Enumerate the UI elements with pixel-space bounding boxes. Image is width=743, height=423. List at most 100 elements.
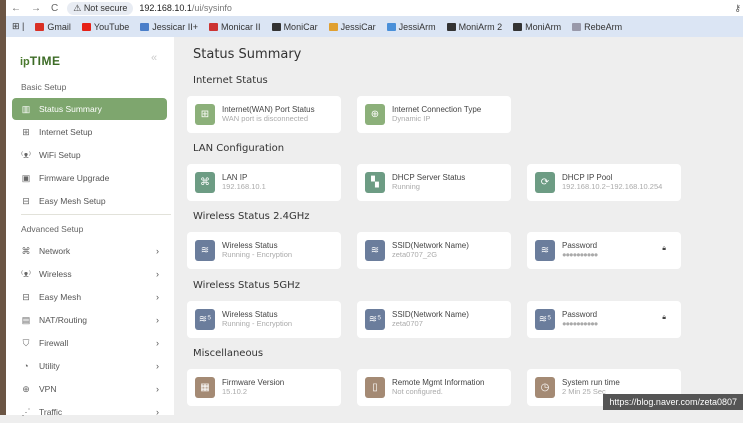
lan-icon: ⌘	[195, 172, 215, 193]
wifi-icon: ≋	[535, 240, 555, 261]
divider	[21, 214, 171, 215]
status-card: ≋ Wireless Status Running - Encryption	[187, 232, 341, 269]
network-icon: ⌘	[21, 245, 31, 256]
card-title: Wireless Status	[222, 310, 278, 319]
card-value: Running	[392, 182, 420, 191]
sidebar-item-firmware-upgrade[interactable]: ▣ Firmware Upgrade	[12, 167, 167, 189]
card-value: 192.168.10.2~192.168.10.254	[562, 182, 663, 191]
bookmark-moniarm-2[interactable]: MoniArm 2	[446, 22, 502, 32]
iptime-logo[interactable]: ipTIME	[20, 54, 60, 68]
chevron-right-icon: ›	[156, 246, 159, 256]
apps-icon[interactable]: ⊞ |	[12, 21, 24, 32]
bookmark-gmail[interactable]: Gmail	[35, 22, 71, 32]
wifi-icon: ≋	[195, 240, 215, 261]
sidebar-item-firewall[interactable]: ⛉ Firewall ›	[12, 332, 167, 354]
card-value: Not configured.	[392, 387, 443, 396]
sidebar-item-easy-mesh-setup[interactable]: ⊟ Easy Mesh Setup	[12, 190, 167, 212]
card-title: Password	[562, 241, 598, 250]
wifi-icon: ≋	[365, 240, 385, 261]
clock-icon: ◷	[535, 377, 555, 398]
bar-chart-icon: ▥	[21, 103, 31, 114]
chevron-right-icon: ›	[156, 269, 159, 279]
bookmark-favicon-icon	[386, 22, 396, 31]
status-card: ≋ SSID(Network Name) zeta0707_2G	[357, 232, 511, 269]
bookmark-jessicar-ii-[interactable]: Jessicar II+	[140, 22, 198, 32]
card-value: 2 Min 25 Sec	[562, 387, 606, 396]
card-title: Password	[562, 310, 598, 319]
status-card: ⟳ DHCP IP Pool 192.168.10.2~192.168.10.2…	[527, 164, 681, 201]
bookmark-youtube[interactable]: YouTube	[81, 22, 129, 32]
page-title: Status Summary	[193, 47, 302, 62]
url-field[interactable]: 192.168.10.1/ui/sysinfo	[139, 3, 232, 13]
security-badge[interactable]: ⚠ Not secure	[67, 1, 134, 15]
bookmark-favicon-icon	[209, 22, 219, 31]
section-heading: Wireless Status 2.4GHz	[193, 211, 310, 222]
bookmark-favicon-icon	[81, 22, 91, 31]
reload-icon[interactable]: C	[51, 3, 58, 14]
card-title: DHCP Server Status	[392, 173, 466, 182]
status-card: ≋⁵ SSID(Network Name) zeta0707	[357, 301, 511, 338]
card-title: Internet Connection Type	[392, 105, 482, 114]
connection-type-icon: ⊕	[365, 104, 385, 125]
chip-icon: ▦	[195, 377, 215, 398]
card-value: ●●●●●●●●●●	[562, 250, 598, 259]
card-title: System run time	[562, 378, 620, 387]
sidebar-item-utility[interactable]: ◔ Utility ›	[12, 355, 167, 377]
forward-icon[interactable]: →	[31, 3, 41, 14]
chevron-right-icon: ›	[156, 361, 159, 371]
key-icon[interactable]: ⚷	[734, 3, 741, 14]
card-title: Remote Mgmt Information	[392, 378, 485, 387]
section-heading: Internet Status	[193, 75, 268, 86]
sidebar-item-wireless[interactable]: ⁽ᴥ⁾ Wireless ›	[12, 263, 167, 285]
bookmark-monicar[interactable]: MoniCar	[271, 22, 318, 32]
bookmark-favicon-icon	[35, 22, 45, 31]
lock-icon[interactable]: 🔒︎	[662, 314, 666, 322]
wifi-5g-icon: ≋⁵	[195, 309, 215, 330]
card-value: zeta0707_2G	[392, 250, 438, 259]
status-card: ≋⁵ Password ●●●●●●●●●● 🔒︎	[527, 301, 681, 338]
sidebar-item-nat-routing[interactable]: ▤ NAT/Routing ›	[12, 309, 167, 331]
section-heading: Wireless Status 5GHz	[193, 280, 300, 291]
advanced-setup-header: Advanced Setup	[21, 224, 84, 234]
sidebar-item-network[interactable]: ⌘ Network ›	[12, 240, 167, 262]
sidebar-item-wifi-setup[interactable]: ⁽ᴥ⁾ WiFi Setup	[12, 144, 167, 166]
sidebar-item-traffic[interactable]: ⋰ Traffic ›	[12, 401, 167, 423]
bookmark-rebearm[interactable]: RebeArm	[572, 22, 622, 32]
dhcp-server-icon: ▚	[365, 172, 385, 193]
card-value: Dynamic IP	[392, 114, 431, 123]
section-heading: Miscellaneous	[193, 348, 264, 359]
sidebar-item-easy-mesh[interactable]: ⊟ Easy Mesh ›	[12, 286, 167, 308]
bookmark-favicon-icon	[271, 22, 281, 31]
card-title: SSID(Network Name)	[392, 310, 469, 319]
card-value: 192.168.10.1	[222, 182, 266, 191]
collapse-sidebar-icon[interactable]: «	[151, 52, 157, 64]
lock-icon[interactable]: 🔒︎	[662, 245, 666, 253]
gauge-icon: ◔	[23, 360, 29, 371]
sidebar-item-vpn[interactable]: ⊕ VPN ›	[12, 378, 167, 400]
bookmark-monicar-ii[interactable]: Monicar II	[209, 22, 261, 32]
traffic-icon: ⋰	[21, 406, 31, 417]
wan-port-icon: ⊞	[195, 104, 215, 125]
remote-icon: ▯	[365, 377, 385, 398]
bookmark-jessicar[interactable]: JessiCar	[328, 22, 376, 32]
ip-pool-icon: ⟳	[535, 172, 555, 193]
sidebar: ipTIME « Basic Setup ▥ Status Summary ⊞ Int…	[6, 37, 174, 417]
bookmark-favicon-icon	[572, 22, 582, 31]
card-value: WAN port is disconnected	[222, 114, 309, 123]
sidebar-item-status-summary[interactable]: ▥ Status Summary	[12, 98, 167, 120]
back-icon[interactable]: ←	[11, 3, 21, 14]
watermark: https://blog.naver.com/zeta0807	[603, 394, 743, 410]
card-value: ●●●●●●●●●●	[562, 319, 598, 328]
card-value: Running - Encryption	[222, 250, 293, 259]
bookmark-jessiarm[interactable]: JessiArm	[386, 22, 436, 32]
bookmarks-bar: ⊞ | Gmail YouTube Jessicar II+ Monicar II Mo…	[6, 16, 743, 37]
status-card: ▚ DHCP Server Status Running	[357, 164, 511, 201]
antenna-icon: ⁽ᴥ⁾	[21, 149, 31, 160]
bookmark-favicon-icon	[140, 22, 150, 31]
firmware-icon: ▣	[21, 172, 31, 183]
card-value: Running - Encryption	[222, 319, 293, 328]
bookmark-moniarm[interactable]: MoniArm	[513, 22, 561, 32]
status-card: ⊞ Internet(WAN) Port Status WAN port is …	[187, 96, 341, 133]
wifi-5g-icon: ≋⁵	[365, 309, 385, 330]
sidebar-item-internet-setup[interactable]: ⊞ Internet Setup	[12, 121, 167, 143]
